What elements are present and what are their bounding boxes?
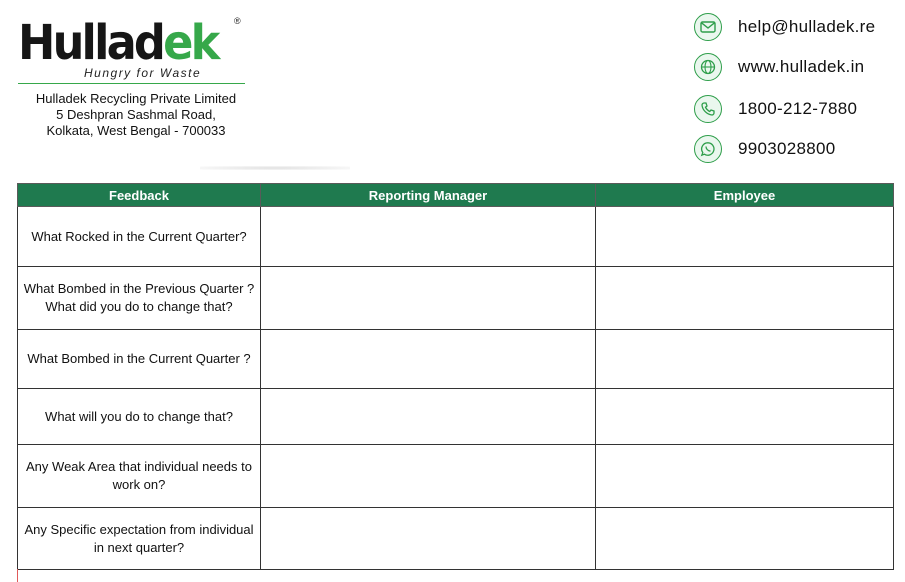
feedback-table: Feedback Reporting Manager Employee What… xyxy=(17,183,894,570)
registered-mark: ® xyxy=(234,16,241,26)
table-row: What Bombed in the Previous Quarter ? Wh… xyxy=(17,266,894,330)
decorative-shadow xyxy=(200,166,350,170)
whatsapp-icon xyxy=(694,135,722,163)
contact-website-text: www.hulladek.in xyxy=(738,57,865,76)
table-row: What Rocked in the Current Quarter? xyxy=(17,206,894,267)
manager-response-cell[interactable] xyxy=(260,388,596,445)
column-header-employee: Employee xyxy=(595,183,894,207)
table-header-row: Feedback Reporting Manager Employee xyxy=(17,183,894,207)
employee-response-cell[interactable] xyxy=(595,507,894,570)
employee-response-cell[interactable] xyxy=(595,444,894,508)
employee-response-cell[interactable] xyxy=(595,266,894,330)
column-header-reporting-manager: Reporting Manager xyxy=(260,183,596,207)
manager-response-cell[interactable] xyxy=(260,444,596,508)
logo-wordmark-accent: ek xyxy=(163,15,220,71)
employee-response-cell[interactable] xyxy=(595,388,894,445)
company-logo: Hulladek ® Hungry for Waste xyxy=(18,14,248,89)
address-line-1: Hulladek Recycling Private Limited xyxy=(35,91,237,106)
table-row: Any Weak Area that individual needs to w… xyxy=(17,444,894,508)
phone-icon xyxy=(694,95,722,123)
contact-whatsapp[interactable]: 9903028800 xyxy=(694,134,836,164)
logo-wordmark-main: Hullad xyxy=(18,15,166,71)
mail-icon xyxy=(694,13,722,41)
manager-response-cell[interactable] xyxy=(260,329,596,389)
table-row: What will you do to change that? xyxy=(17,388,894,445)
question-cell: What will you do to change that? xyxy=(17,388,261,445)
question-cell: Any Weak Area that individual needs to w… xyxy=(17,444,261,508)
logo-wordmark: Hulladek xyxy=(18,14,220,72)
contact-phone[interactable]: 1800-212-7880 xyxy=(694,94,857,124)
employee-response-cell[interactable] xyxy=(595,329,894,389)
contact-email[interactable]: help@hulladek.re xyxy=(694,12,875,42)
globe-icon xyxy=(694,53,722,81)
manager-response-cell[interactable] xyxy=(260,266,596,330)
question-cell: What Bombed in the Previous Quarter ? Wh… xyxy=(17,266,261,330)
manager-response-cell[interactable] xyxy=(260,507,596,570)
contact-email-text: help@hulladek.re xyxy=(738,17,876,36)
address-line-2: 5 Deshpran Sashmal Road, xyxy=(56,107,216,122)
question-cell: What Bombed in the Current Quarter ? xyxy=(17,329,261,389)
employee-response-cell[interactable] xyxy=(595,206,894,267)
contact-whatsapp-text: 9903028800 xyxy=(738,139,836,158)
logo-underline xyxy=(18,83,245,84)
address-line-3: Kolkata, West Bengal - 700033 xyxy=(46,123,226,138)
column-header-feedback: Feedback xyxy=(17,183,261,207)
page-margin-marker xyxy=(17,569,18,582)
table-row: What Bombed in the Current Quarter ? xyxy=(17,329,894,389)
manager-response-cell[interactable] xyxy=(260,206,596,267)
table-row: Any Specific expectation from individual… xyxy=(17,507,894,570)
company-address: Hulladek Recycling Private Limited 5 Des… xyxy=(16,91,256,139)
question-cell: Any Specific expectation from individual… xyxy=(17,507,261,570)
contact-phone-text: 1800-212-7880 xyxy=(738,99,858,118)
contact-website[interactable]: www.hulladek.in xyxy=(694,52,864,82)
logo-tagline: Hungry for Waste xyxy=(84,66,202,80)
question-cell: What Rocked in the Current Quarter? xyxy=(17,206,261,267)
